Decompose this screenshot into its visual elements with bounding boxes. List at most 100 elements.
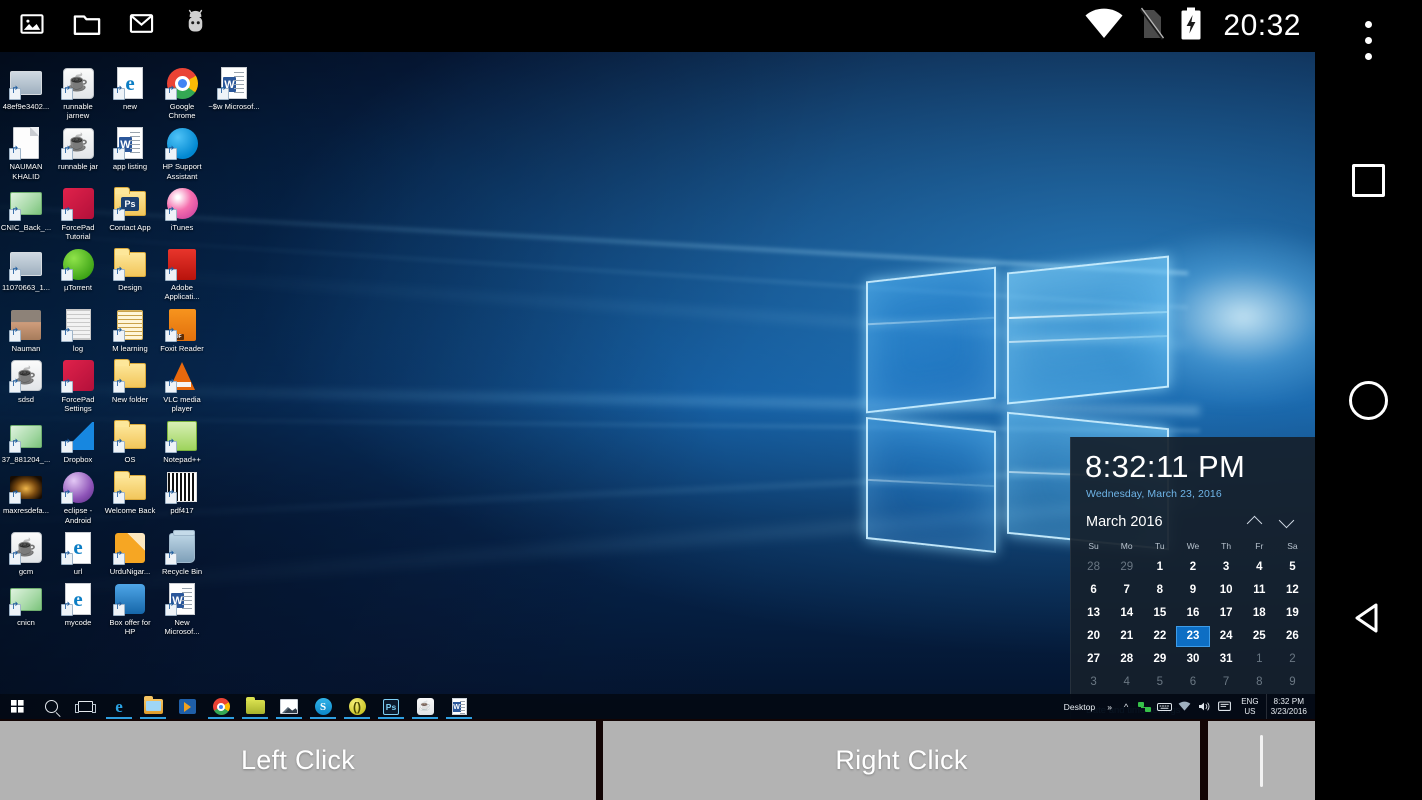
calendar-day[interactable]: 1 [1143,557,1176,578]
app-yellow-button[interactable]: () [340,694,374,719]
calendar-day[interactable]: 5 [1143,672,1176,693]
calendar-day[interactable]: 9 [1276,672,1309,693]
desktop-icon[interactable]: ForcePad Settings [52,353,104,413]
back-button[interactable] [1315,585,1422,655]
desktop-icon[interactable]: M learning [104,302,156,353]
desktop-icon[interactable]: Design [104,241,156,301]
calendar-day[interactable]: 31 [1210,649,1243,670]
desktop-icon[interactable]: runnable jarnew [52,60,104,120]
calendar-day[interactable]: 20 [1077,626,1110,647]
calendar-day[interactable]: 29 [1110,557,1143,578]
calendar-day-today[interactable]: 23 [1176,626,1210,647]
calendar-day[interactable]: 27 [1077,649,1110,670]
calendar-day[interactable]: 16 [1176,603,1209,624]
desktop-icon[interactable]: µTorrent [52,241,104,301]
calendar-day[interactable]: 8 [1143,580,1176,601]
desktop-icon[interactable]: Recycle Bin [156,525,208,576]
chevron-up-icon[interactable] [1247,514,1263,530]
calendar-day[interactable]: 5 [1276,557,1309,578]
desktop-icon[interactable]: eclipse - Android [52,464,104,525]
calendar-day[interactable]: 30 [1176,649,1209,670]
keyboard-icon[interactable] [1154,694,1174,719]
calendar-day[interactable]: 21 [1110,626,1143,647]
desktop-icon[interactable]: pdf417 [156,464,208,524]
desktop-icon[interactable]: log [52,302,104,353]
calendar-day[interactable]: 17 [1210,603,1243,624]
desktop-icon[interactable]: iTunes [156,181,208,241]
desktop-icon[interactable]: NAUMAN KHALID [0,120,52,181]
wifi-icon[interactable] [1174,694,1194,719]
calendar-day[interactable]: 26 [1276,626,1309,647]
calendar-day[interactable]: 7 [1110,580,1143,601]
network-icon[interactable] [1134,694,1154,719]
chevron-down-icon[interactable] [1279,514,1295,530]
desktop-icon[interactable]: url [52,525,104,576]
desktop-icon[interactable]: Google Chrome [156,60,208,120]
desktop-icon[interactable]: cnicn [0,576,52,636]
desktop-icon[interactable]: 11070663_1... [0,241,52,301]
photoshop-button[interactable]: Ps [374,694,408,719]
calendar-day[interactable]: 2 [1176,557,1209,578]
desktop-icon[interactable]: Dropbox [52,413,104,464]
desktop-icon[interactable]: Foxit Reader [156,302,208,353]
calendar-month-label[interactable]: March 2016 [1086,514,1163,530]
calendar-day[interactable]: 28 [1077,557,1110,578]
show-hidden-icons-button[interactable]: ^ [1118,702,1134,712]
desktop-icon[interactable]: VLC media player [156,353,208,413]
calendar-day[interactable]: 12 [1276,580,1309,601]
desktop-icon[interactable]: Welcome Back [104,464,156,524]
desktop-icon[interactable]: 48ef9e3402... [0,60,52,120]
desktop-icon[interactable]: Notepad++ [156,413,208,464]
language-indicator[interactable]: ENG US [1234,697,1265,716]
calendar-day[interactable]: 18 [1243,603,1276,624]
folder-button[interactable] [238,694,272,719]
calendar-day[interactable]: 6 [1077,580,1110,601]
desktop-icon[interactable]: 37_881204_... [0,413,52,464]
desktop-icon[interactable]: HP Support Assistant [156,120,208,181]
desktop-icon[interactable]: gcm [0,525,52,576]
media-player-button[interactable] [170,694,204,719]
scroll-strip[interactable] [1208,721,1315,800]
calendar-day[interactable]: 1 [1243,649,1276,670]
calendar-day[interactable]: 3 [1077,672,1110,693]
right-click-button[interactable]: Right Click [603,721,1200,800]
tray-desktop-label[interactable]: Desktop [1058,702,1102,712]
calendar-day[interactable]: 15 [1143,603,1176,624]
file-explorer-button[interactable] [136,694,170,719]
tray-overflow-label[interactable]: » [1101,702,1118,712]
recents-button[interactable] [1315,145,1422,215]
chrome-button[interactable] [204,694,238,719]
calendar-day[interactable]: 8 [1243,672,1276,693]
photos-button[interactable] [272,694,306,719]
clock-calendar-flyout[interactable]: 8:32:11 PM Wednesday, March 23, 2016 Mar… [1070,437,1315,719]
desktop-icon[interactable]: app listing [104,120,156,180]
edge-button[interactable]: e [102,694,136,719]
desktop-icon[interactable]: mycode [52,576,104,636]
overflow-menu-button[interactable] [1315,10,1422,70]
desktop-icon[interactable]: maxresdefa... [0,464,52,524]
skype-button[interactable]: S [306,694,340,719]
calendar-day[interactable]: 22 [1143,626,1176,647]
calendar-day[interactable]: 14 [1110,603,1143,624]
calendar-day[interactable]: 6 [1176,672,1209,693]
calendar-day[interactable]: 4 [1243,557,1276,578]
desktop-icon[interactable]: ~$w Microsof... [208,60,260,120]
desktop-icon[interactable]: New Microsof... [156,576,208,636]
calendar-day[interactable]: 9 [1176,580,1209,601]
desktop-icon[interactable]: runnable jar [52,120,104,180]
desktop-icon[interactable]: UrduNigar... [104,525,156,576]
calendar-day[interactable]: 3 [1210,557,1243,578]
calendar-day[interactable]: 11 [1243,580,1276,601]
windows-remote-screen[interactable]: 48ef9e3402... runnable jarnew new Google Ch… [0,52,1315,719]
calendar-day[interactable]: 19 [1276,603,1309,624]
calendar-day[interactable]: 7 [1210,672,1243,693]
word-button[interactable] [442,694,476,719]
left-click-button[interactable]: Left Click [0,721,596,800]
desktop-icon[interactable]: CNIC_Back_... [0,181,52,241]
action-center-icon[interactable] [1214,694,1234,719]
calendar-day[interactable]: 13 [1077,603,1110,624]
calendar-day[interactable]: 25 [1243,626,1276,647]
home-button[interactable] [1315,365,1422,435]
desktop-icon[interactable]: OS [104,413,156,464]
desktop-icon[interactable]: Contact App [104,181,156,241]
